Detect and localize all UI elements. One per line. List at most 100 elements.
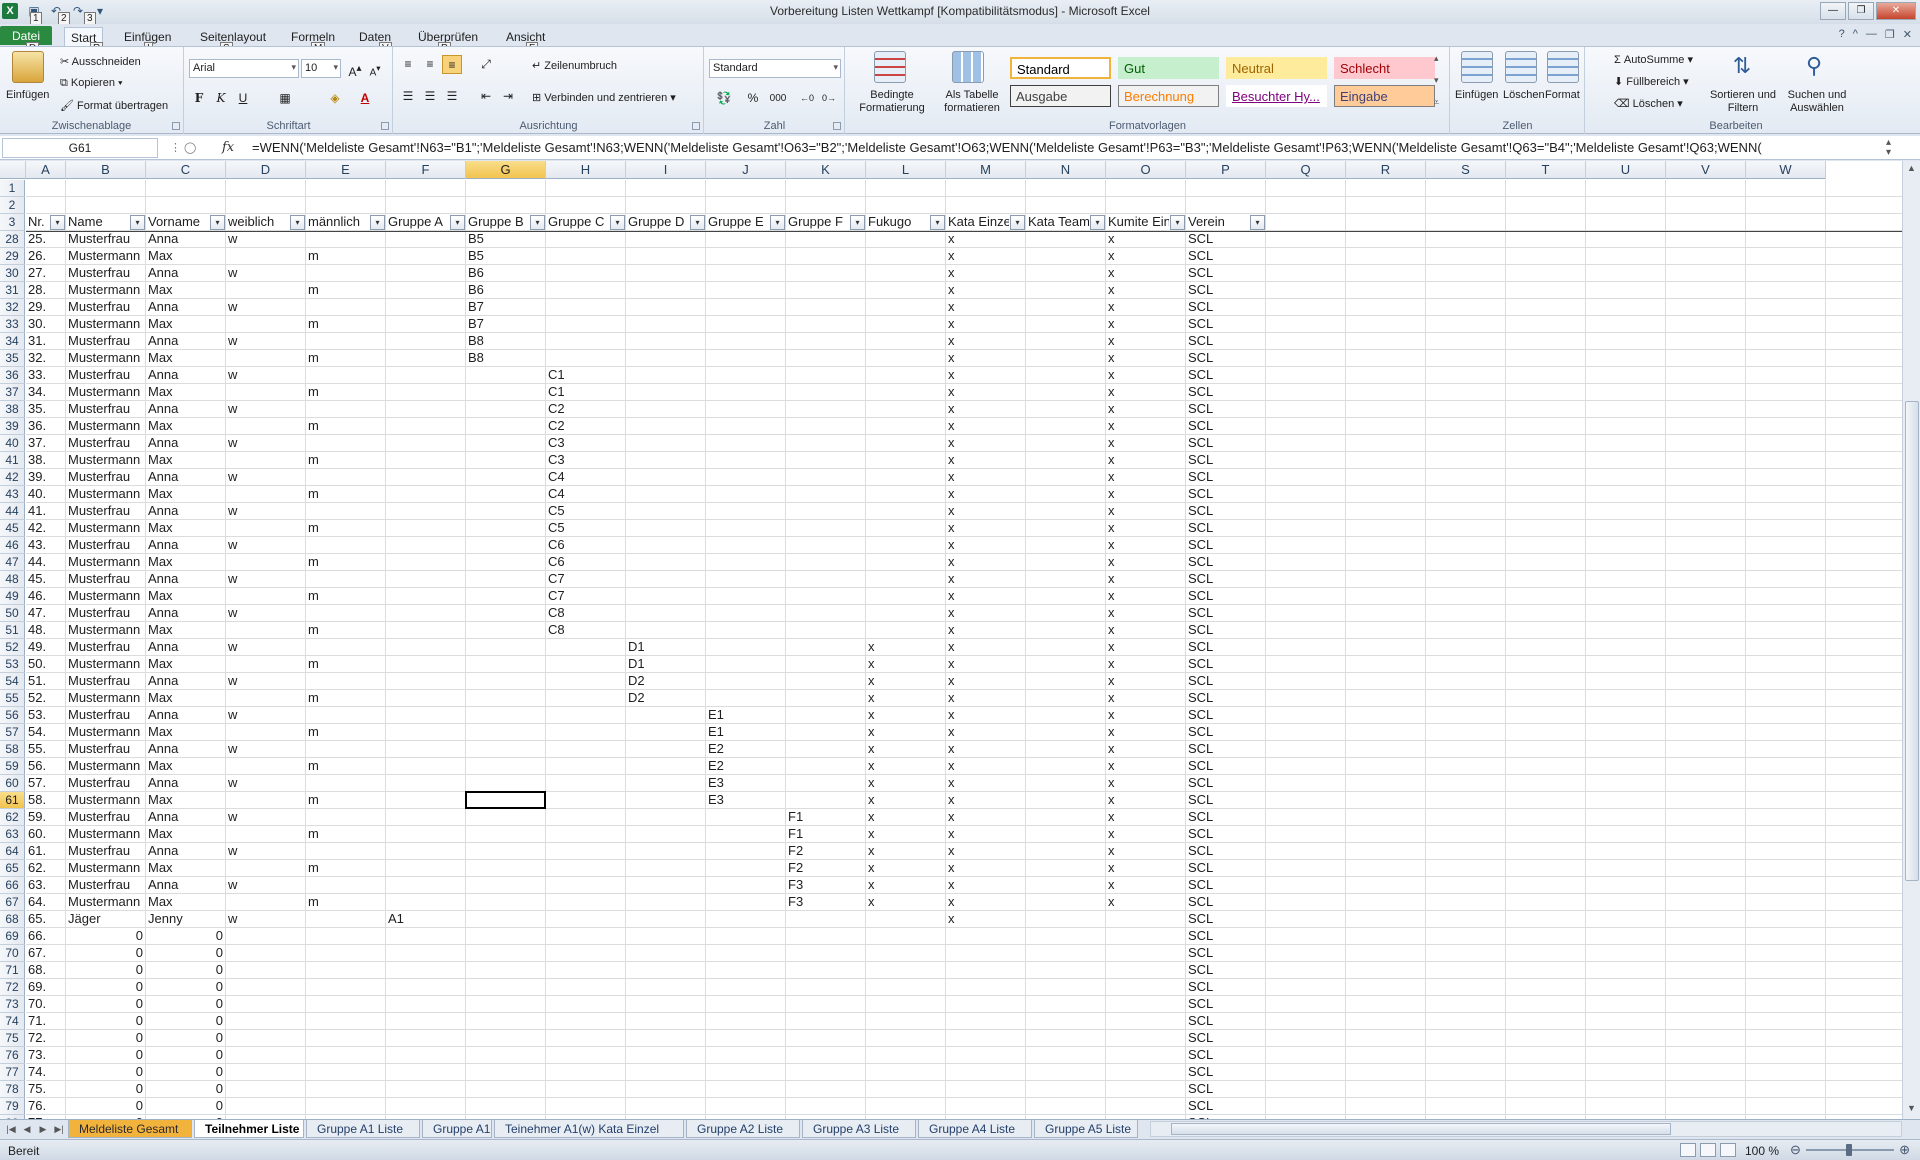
table-cell[interactable]: x — [1106, 724, 1186, 741]
row-header[interactable]: 61 — [0, 792, 25, 809]
table-cell[interactable]: Mustermann — [66, 554, 146, 571]
row-header[interactable]: 31 — [0, 282, 25, 299]
table-cell[interactable]: Musterfrau — [66, 503, 146, 520]
filter-dropdown-icon[interactable]: ▾ — [770, 215, 785, 230]
align-bottom-icon[interactable]: ≡ — [442, 55, 462, 74]
table-cell[interactable]: 38. — [26, 452, 66, 469]
table-cell[interactable]: Mustermann — [66, 350, 146, 367]
column-header-N[interactable]: N — [1026, 161, 1106, 179]
table-cell[interactable]: E2 — [706, 741, 786, 758]
table-cell[interactable]: x — [1106, 333, 1186, 350]
filter-dropdown-icon[interactable]: ▾ — [450, 215, 465, 230]
column-header-H[interactable]: H — [546, 161, 626, 179]
table-cell[interactable]: SCL — [1186, 469, 1266, 486]
table-cell[interactable]: x — [1106, 656, 1186, 673]
sheet-tab-3[interactable]: Gruppe A1 — [422, 1120, 492, 1138]
style-cell-4[interactable]: Ausgabe — [1010, 85, 1111, 107]
table-cell[interactable]: 67. — [26, 945, 66, 962]
table-cell[interactable]: x — [866, 809, 946, 826]
help-icon[interactable]: ? — [1839, 28, 1845, 41]
insert-cells-icon[interactable] — [1461, 51, 1493, 83]
find-select-button[interactable]: Suchen und Auswählen — [1782, 89, 1852, 115]
decrease-indent-icon[interactable]: ⇤ — [476, 87, 496, 106]
row-header[interactable]: 52 — [0, 639, 25, 656]
column-header-D[interactable]: D — [226, 161, 306, 179]
format-painter-button[interactable]: 🖌 Format übertragen — [60, 99, 168, 112]
table-cell[interactable]: C5 — [546, 503, 626, 520]
table-cell[interactable]: x — [866, 894, 946, 911]
table-cell[interactable]: w — [226, 503, 306, 520]
table-cell[interactable]: Max — [146, 690, 226, 707]
row-header[interactable]: 43 — [0, 486, 25, 503]
table-cell[interactable]: 48. — [26, 622, 66, 639]
row-header[interactable]: 63 — [0, 826, 25, 843]
column-title-cell[interactable]: Gruppe C — [546, 214, 609, 231]
style-cell-7[interactable]: Eingabe — [1334, 85, 1435, 107]
table-cell[interactable]: SCL — [1186, 639, 1266, 656]
zoom-level[interactable]: 100 % — [1745, 1144, 1779, 1158]
table-cell[interactable]: x — [1106, 843, 1186, 860]
row-header[interactable]: 44 — [0, 503, 25, 520]
increase-decimal-icon[interactable]: ←0 — [797, 89, 817, 108]
row-header[interactable]: 30 — [0, 265, 25, 282]
table-cell[interactable]: SCL — [1186, 248, 1266, 265]
table-cell[interactable]: x — [1106, 860, 1186, 877]
table-cell[interactable]: Mustermann — [66, 894, 146, 911]
table-cell[interactable]: Mustermann — [66, 486, 146, 503]
column-header-C[interactable]: C — [146, 161, 226, 179]
table-cell[interactable]: 0 — [66, 1064, 146, 1081]
maximize-icon[interactable]: ❐ — [1848, 2, 1874, 20]
table-cell[interactable]: x — [1106, 792, 1186, 809]
table-cell[interactable]: Mustermann — [66, 792, 146, 809]
table-cell[interactable]: SCL — [1186, 401, 1266, 418]
table-cell[interactable]: 62. — [26, 860, 66, 877]
table-cell[interactable]: x — [1106, 588, 1186, 605]
table-cell[interactable]: x — [946, 860, 1026, 877]
table-cell[interactable]: w — [226, 707, 306, 724]
table-cell[interactable]: 55. — [26, 741, 66, 758]
table-cell[interactable]: 0 — [146, 1013, 226, 1030]
shrink-font-icon[interactable]: A▾ — [365, 59, 385, 78]
table-cell[interactable]: x — [946, 333, 1026, 350]
table-cell[interactable]: SCL — [1186, 520, 1266, 537]
table-cell[interactable]: 0 — [66, 1098, 146, 1115]
table-cell[interactable]: SCL — [1186, 894, 1266, 911]
table-cell[interactable]: Mustermann — [66, 588, 146, 605]
table-cell[interactable]: x — [946, 690, 1026, 707]
worksheet-grid[interactable]: A B C D E F G H I J K L M N O P Q R S T U V W 1 2 3 Nr. ▾ Name ▾ Vorna… — [0, 161, 1902, 1119]
table-cell[interactable]: w — [226, 231, 306, 248]
next-sheet-icon[interactable]: ▶ — [36, 1122, 50, 1137]
table-cell[interactable]: x — [1106, 775, 1186, 792]
table-cell[interactable]: x — [946, 775, 1026, 792]
horizontal-scroll-thumb[interactable] — [1171, 1123, 1671, 1135]
column-title-cell[interactable]: Gruppe E — [706, 214, 769, 231]
table-cell[interactable]: x — [946, 673, 1026, 690]
format-as-table-icon[interactable] — [952, 51, 984, 83]
decrease-decimal-icon[interactable]: 0→ — [819, 89, 839, 108]
table-cell[interactable]: Mustermann — [66, 282, 146, 299]
table-cell[interactable]: m — [306, 350, 386, 367]
table-cell[interactable]: 68. — [26, 962, 66, 979]
table-cell[interactable]: B5 — [466, 231, 546, 248]
zoom-out-icon[interactable]: ⊖ — [1790, 1142, 1801, 1158]
dialog-launcher-icon[interactable] — [172, 122, 180, 130]
table-cell[interactable]: 0 — [146, 962, 226, 979]
table-cell[interactable]: x — [866, 792, 946, 809]
table-cell[interactable]: x — [1106, 571, 1186, 588]
table-cell[interactable]: m — [306, 860, 386, 877]
font-size-select[interactable]: 10 — [301, 59, 341, 78]
column-header-G[interactable]: G — [466, 161, 546, 179]
row-header[interactable]: 55 — [0, 690, 25, 707]
merge-center-button[interactable]: ⊞ Verbinden und zentrieren ▾ — [532, 91, 676, 104]
table-cell[interactable]: m — [306, 758, 386, 775]
table-cell[interactable]: SCL — [1186, 384, 1266, 401]
table-cell[interactable]: E3 — [706, 792, 786, 809]
formula-input[interactable]: =WENN('Meldeliste Gesamt'!N63="B1";'Meld… — [252, 140, 1882, 155]
table-cell[interactable]: 76. — [26, 1098, 66, 1115]
horizontal-scrollbar[interactable] — [1150, 1121, 1902, 1137]
table-cell[interactable]: w — [226, 639, 306, 656]
table-cell[interactable]: SCL — [1186, 656, 1266, 673]
sort-filter-button[interactable]: Sortieren und Filtern — [1708, 89, 1778, 115]
table-cell[interactable]: x — [946, 639, 1026, 656]
table-cell[interactable]: C7 — [546, 571, 626, 588]
